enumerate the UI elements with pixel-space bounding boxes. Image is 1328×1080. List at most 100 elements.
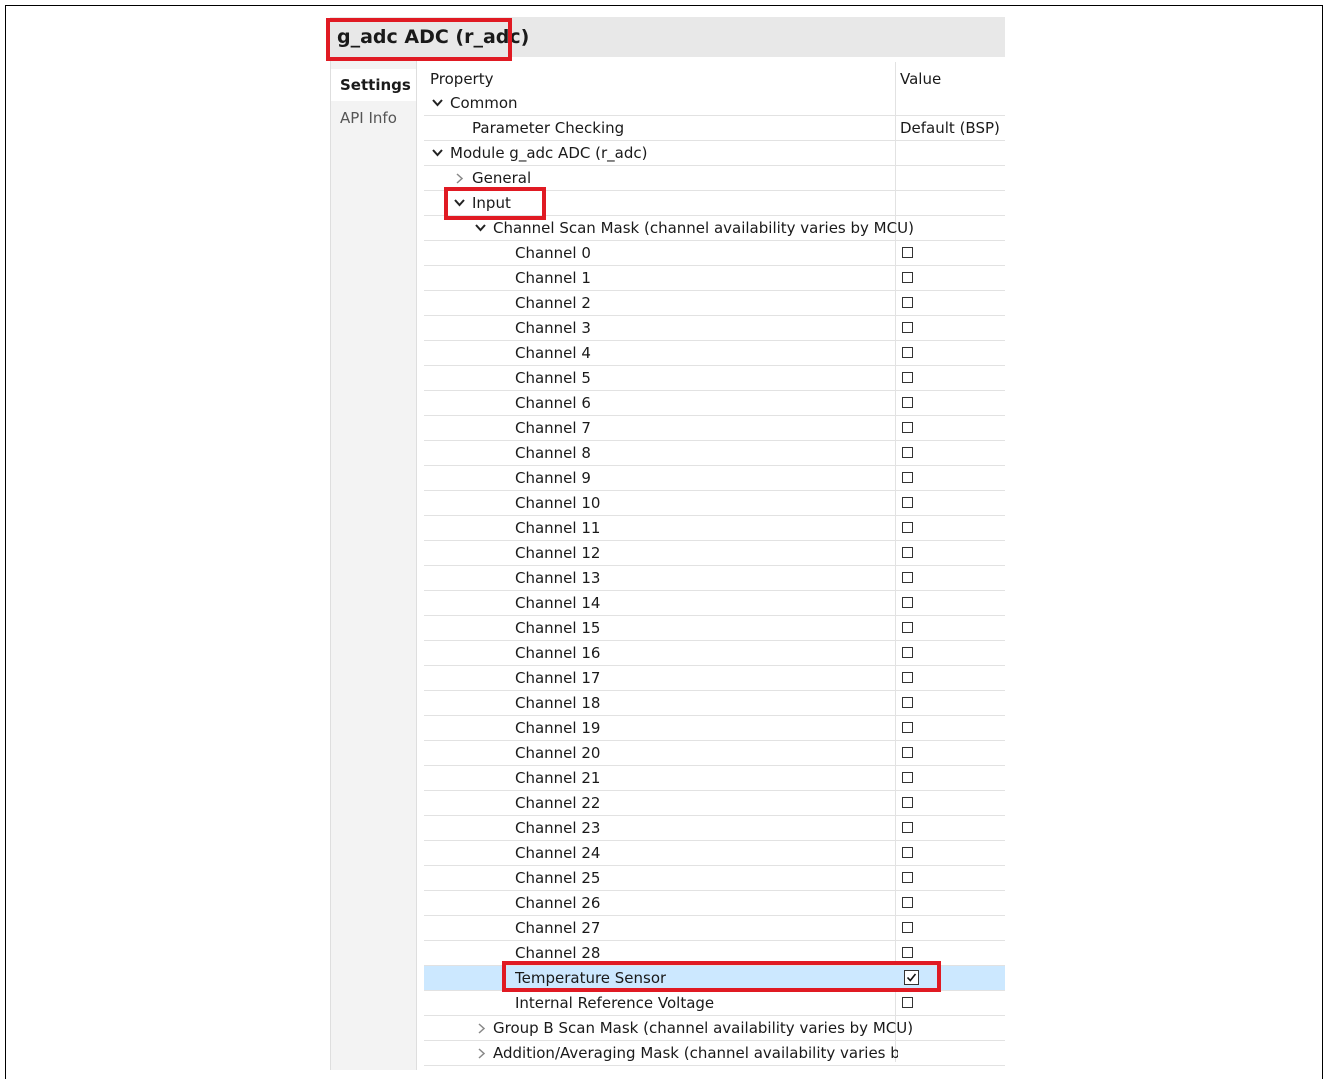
property-label: Internal Reference Voltage — [515, 994, 715, 1012]
tree-row-parameter-checking[interactable]: Parameter Checking Default (BSP) — [424, 116, 1005, 141]
tab-api-info[interactable]: API Info — [331, 108, 417, 130]
tree-row-channel[interactable]: Channel 15 — [424, 616, 1005, 641]
channel-label: Channel 10 — [515, 494, 601, 512]
checkbox-icon[interactable] — [902, 522, 913, 533]
tree-row-channel[interactable]: Channel 0 — [424, 241, 1005, 266]
tree-row-channel[interactable]: Channel 12 — [424, 541, 1005, 566]
tree-row-channel[interactable]: Channel 4 — [424, 341, 1005, 366]
tree-row-channel[interactable]: Channel 23 — [424, 816, 1005, 841]
checkbox-icon[interactable] — [902, 547, 913, 558]
checkbox-icon[interactable] — [902, 697, 913, 708]
tree-row-channel[interactable]: Channel 26 — [424, 891, 1005, 916]
channel-label: Channel 8 — [515, 444, 591, 462]
channel-label: Channel 16 — [515, 644, 601, 662]
checkbox-icon[interactable] — [902, 597, 913, 608]
tree-row-channel[interactable]: Channel 6 — [424, 391, 1005, 416]
checkbox-icon[interactable] — [902, 897, 913, 908]
channel-label: Channel 5 — [515, 369, 591, 387]
checkbox-icon[interactable] — [902, 447, 913, 458]
chevron-right-icon[interactable] — [477, 1016, 489, 1040]
checkbox-icon[interactable] — [902, 497, 913, 508]
channel-label: Channel 9 — [515, 469, 591, 487]
checkbox-icon[interactable] — [902, 947, 913, 958]
tree-row-channel[interactable]: Channel 27 — [424, 916, 1005, 941]
channel-label: Channel 20 — [515, 744, 601, 762]
tree-row-channel[interactable]: Channel 21 — [424, 766, 1005, 791]
checkbox-icon[interactable] — [902, 797, 913, 808]
channel-label: Channel 24 — [515, 844, 601, 862]
panel-divider — [416, 57, 417, 1070]
tree-row-channel[interactable]: Channel 3 — [424, 316, 1005, 341]
channel-label: Channel 27 — [515, 919, 601, 937]
tab-panel: Settings API Info — [330, 57, 417, 1070]
checkbox-icon[interactable] — [902, 672, 913, 683]
property-label: Parameter Checking — [472, 119, 625, 137]
checkbox-icon[interactable] — [902, 322, 913, 333]
tree-row-channel[interactable]: Channel 20 — [424, 741, 1005, 766]
checkbox-icon[interactable] — [902, 572, 913, 583]
tree-label-addition: Addition/Averaging Mask (channel availab… — [493, 1044, 898, 1062]
checkbox-icon[interactable] — [902, 647, 913, 658]
checkbox-icon[interactable] — [902, 822, 913, 833]
tree-row-channel[interactable]: Channel 16 — [424, 641, 1005, 666]
channel-label: Channel 4 — [515, 344, 591, 362]
channel-label: Channel 19 — [515, 719, 601, 737]
tree-row-channel[interactable]: Channel 10 — [424, 491, 1005, 516]
channel-list: Channel 0 Channel 1 Channel 2 Channel 3 Chan… — [424, 241, 1005, 966]
checkbox-icon[interactable] — [902, 847, 913, 858]
checkbox-icon[interactable] — [902, 272, 913, 283]
channel-label: Channel 15 — [515, 619, 601, 637]
checkbox-icon[interactable] — [902, 922, 913, 933]
channel-label: Channel 23 — [515, 819, 601, 837]
tree-row-channel[interactable]: Channel 8 — [424, 441, 1005, 466]
tree-row-channel[interactable]: Channel 7 — [424, 416, 1005, 441]
chevron-down-icon[interactable] — [432, 141, 444, 165]
checkbox-icon[interactable] — [902, 347, 913, 358]
property-value[interactable]: Default (BSP) — [900, 116, 1000, 140]
channel-label: Channel 22 — [515, 794, 601, 812]
tree-row-internal-reference[interactable]: Internal Reference Voltage — [424, 991, 1005, 1016]
checkbox-icon[interactable] — [902, 372, 913, 383]
checkbox-icon[interactable] — [902, 772, 913, 783]
channel-label: Channel 3 — [515, 319, 591, 337]
checkbox-icon[interactable] — [902, 722, 913, 733]
channel-label: Channel 1 — [515, 269, 591, 287]
tree-row-channel[interactable]: Channel 18 — [424, 691, 1005, 716]
checkbox-icon[interactable] — [902, 247, 913, 258]
tree-row-channel[interactable]: Channel 24 — [424, 841, 1005, 866]
checkbox-icon[interactable] — [902, 747, 913, 758]
tree-row-module[interactable]: Module g_adc ADC (r_adc) — [424, 141, 1005, 166]
channel-label: Channel 6 — [515, 394, 591, 412]
tree-row-channel[interactable]: Channel 1 — [424, 266, 1005, 291]
tree-row-channel[interactable]: Channel 14 — [424, 591, 1005, 616]
checkbox-icon[interactable] — [902, 997, 913, 1008]
chevron-right-icon[interactable] — [477, 1041, 489, 1065]
tree-row-channel[interactable]: Channel 9 — [424, 466, 1005, 491]
channel-label: Channel 11 — [515, 519, 601, 537]
tree-row-channel[interactable]: Channel 17 — [424, 666, 1005, 691]
tab-settings[interactable]: Settings — [331, 69, 417, 101]
tree-row-channel[interactable]: Channel 5 — [424, 366, 1005, 391]
channel-label: Channel 21 — [515, 769, 601, 787]
column-header-property: Property — [430, 70, 494, 88]
checkbox-icon[interactable] — [902, 622, 913, 633]
chevron-down-icon[interactable] — [432, 91, 444, 115]
tree-label-scan-mask: Channel Scan Mask (channel availability … — [493, 219, 914, 237]
tree-row-addition[interactable]: Addition/Averaging Mask (channel availab… — [424, 1041, 1005, 1066]
tree-row-channel[interactable]: Channel 25 — [424, 866, 1005, 891]
tree-row-channel[interactable]: Channel 11 — [424, 516, 1005, 541]
tree-row-channel[interactable]: Channel 22 — [424, 791, 1005, 816]
column-header-value: Value — [900, 70, 942, 88]
checkbox-icon[interactable] — [902, 872, 913, 883]
checkbox-icon[interactable] — [902, 397, 913, 408]
checkbox-icon[interactable] — [902, 472, 913, 483]
tree-row-channel[interactable]: Channel 13 — [424, 566, 1005, 591]
checkbox-icon[interactable] — [902, 297, 913, 308]
channel-label: Channel 25 — [515, 869, 601, 887]
checkbox-icon[interactable] — [902, 422, 913, 433]
tree-row-channel[interactable]: Channel 2 — [424, 291, 1005, 316]
tree-row-group-b[interactable]: Group B Scan Mask (channel availability … — [424, 1016, 1005, 1041]
highlight-temperature-sensor — [502, 961, 941, 992]
tree-row-common[interactable]: Common — [424, 91, 1005, 116]
tree-row-channel[interactable]: Channel 19 — [424, 716, 1005, 741]
